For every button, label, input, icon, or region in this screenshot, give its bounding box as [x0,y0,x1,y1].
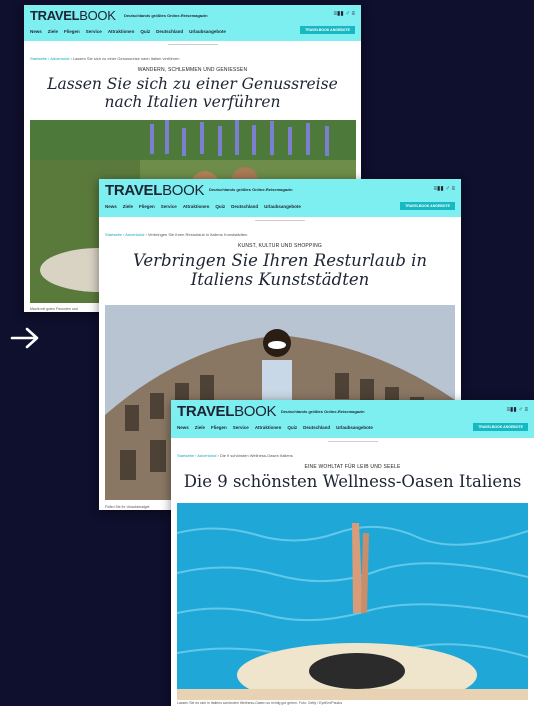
nav-item-service[interactable]: Service [86,29,102,34]
article-screenshot-wellness: TRAVELBOOK Deutschlands größtes Online-R… [171,400,534,706]
photo-caption: Lassen Sie es sich in Italiens schönsten… [177,701,343,705]
header-tools-icon[interactable]: ≡▮▮ ♂ ≡ [434,185,455,192]
site-header: TRAVELBOOK Deutschlands größtes Online-R… [24,5,361,41]
breadcrumb: Startseite › Advertorial › Lassen Sie si… [24,56,361,61]
arrow-right-icon [10,327,39,349]
header-tools-icon[interactable]: ≡▮▮ ♂ ≡ [334,10,355,17]
nav-item-ziele[interactable]: Ziele [48,29,58,34]
article-title: Lassen Sie sich zu einer Genussreise nac… [47,75,338,111]
photo-caption: Füllen Sie Ihr Urlaubsbudget [105,505,150,509]
article-title: Die 9 schönsten Wellness-Oasen Italiens [183,472,522,491]
site-header: TRAVELBOOK Deutschlands größtes Online-R… [99,179,461,217]
article-kicker: Eine Wohltat für Leib und Seele [304,464,401,470]
breadcrumb-link[interactable]: Startseite › Advertorial [30,56,69,61]
nav-item-urlaubsangebote[interactable]: Urlaubsangebote [189,29,226,34]
site-tagline: Deutschlands größtes Online-Reisemagazin [281,409,365,414]
nav-item-news[interactable]: News [30,29,42,34]
breadcrumb-current: › Die 9 schönsten Wellness-Oasen Italien… [216,453,293,458]
angebote-button[interactable]: TRAVELBOOK ANGEBOTE [473,423,528,431]
nav-item-news[interactable]: News [105,204,117,209]
nav-item-urlaubsangebote[interactable]: Urlaubsangebote [336,425,373,430]
breadcrumb-link[interactable]: Startseite › Advertorial [177,453,216,458]
breadcrumb-current: › Lassen Sie sich zu einer Genussreise n… [69,56,180,61]
travelbook-logo[interactable]: TRAVELBOOK [177,403,277,420]
nav-item-fliegen[interactable]: Fliegen [64,29,80,34]
breadcrumb-link[interactable]: Startseite › Advertorial [105,232,144,237]
nav-item-quiz[interactable]: Quiz [215,204,225,209]
nav-item-urlaubsangebote[interactable]: Urlaubsangebote [264,204,301,209]
nav-item-fliegen[interactable]: Fliegen [139,204,155,209]
article-title: Verbringen Sie Ihren Resturlaub in Itali… [132,251,428,289]
breadcrumb: Startseite › Advertorial › Die 9 schönst… [171,453,534,458]
article-kicker: Kunst, Kultur und Shopping [237,243,322,249]
site-header: TRAVELBOOK Deutschlands größtes Online-R… [171,400,534,438]
nav-item-news[interactable]: News [177,425,189,430]
article-photo-pool [177,503,528,700]
travelbook-logo[interactable]: TRAVELBOOK [30,8,116,23]
main-nav: News Ziele Fliegen Service Attraktionen … [105,204,301,209]
header-tools-icon[interactable]: ≡▮▮ ♂ ≡ [507,406,528,413]
nav-item-ziele[interactable]: Ziele [195,425,205,430]
nav-item-attraktionen[interactable]: Attraktionen [255,425,282,430]
ad-divider [167,44,218,45]
nav-item-deutschland[interactable]: Deutschland [231,204,258,209]
breadcrumb: Startseite › Advertorial › Verbringen Si… [99,232,461,237]
nav-item-fliegen[interactable]: Fliegen [211,425,227,430]
angebote-button[interactable]: TRAVELBOOK ANGEBOTE [300,26,355,34]
nav-item-service[interactable]: Service [233,425,249,430]
breadcrumb-current: › Verbringen Sie Ihren Resturlaub in Ita… [144,232,248,237]
travelbook-logo[interactable]: TRAVELBOOK [105,182,205,199]
angebote-button[interactable]: TRAVELBOOK ANGEBOTE [400,202,455,210]
main-nav: News Ziele Fliegen Service Attraktionen … [177,425,373,430]
nav-item-deutschland[interactable]: Deutschland [156,29,183,34]
nav-item-deutschland[interactable]: Deutschland [303,425,330,430]
nav-item-service[interactable]: Service [161,204,177,209]
ad-divider [327,441,378,442]
site-tagline: Deutschlands größtes Online-Reisemagazin [209,187,293,192]
photo-caption: Macht mit guten Freunden und [30,307,78,311]
site-tagline: Deutschlands größtes Online-Reisemagazin [124,13,208,18]
article-kicker: Wandern, Schlemmen und Geniessen [137,67,248,73]
nav-item-quiz[interactable]: Quiz [287,425,297,430]
nav-item-quiz[interactable]: Quiz [140,29,150,34]
nav-item-attraktionen[interactable]: Attraktionen [183,204,210,209]
nav-item-attraktionen[interactable]: Attraktionen [108,29,135,34]
main-nav: News Ziele Fliegen Service Attraktionen … [30,29,226,34]
nav-item-ziele[interactable]: Ziele [123,204,133,209]
ad-divider [255,220,305,221]
